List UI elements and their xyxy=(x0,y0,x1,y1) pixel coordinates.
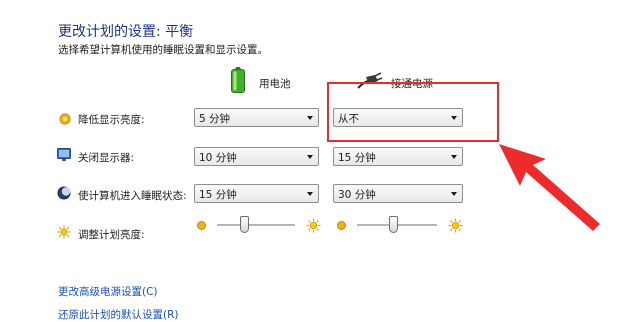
turn-off-display-plugged-value: 15 分钟 xyxy=(338,152,376,164)
sleep-battery-select[interactable]: 15 分钟 xyxy=(194,184,319,203)
advanced-power-settings-link[interactable]: 更改高级电源设置(C) xyxy=(58,284,158,299)
sleep-battery-value: 15 分钟 xyxy=(199,189,237,201)
dim-sun-icon xyxy=(337,221,346,230)
chevron-down-icon xyxy=(307,192,313,196)
turn-off-display-battery-value: 10 分钟 xyxy=(199,152,237,164)
chevron-down-icon xyxy=(307,155,313,159)
chevron-down-icon xyxy=(451,192,457,196)
battery-column-label: 用电池 xyxy=(259,78,291,90)
battery-icon xyxy=(231,67,245,93)
dim-sun-icon xyxy=(197,221,206,230)
chevron-down-icon xyxy=(451,155,457,159)
dim-display-battery-select[interactable]: 5 分钟 xyxy=(194,108,319,127)
page-title: 更改计划的设置: 平衡 xyxy=(58,24,194,40)
sleep-plugged-select[interactable]: 30 分钟 xyxy=(333,184,463,203)
sleep-label: 使计算机进入睡眠状态: xyxy=(78,190,187,202)
battery-brightness-slider[interactable] xyxy=(217,215,295,235)
dim-display-icon xyxy=(59,113,71,125)
bright-sun-icon xyxy=(448,218,463,233)
annotation-highlight-box xyxy=(327,82,499,142)
plugged-brightness-slider[interactable] xyxy=(357,215,437,235)
bright-sun-icon xyxy=(306,218,321,233)
turn-off-display-plugged-select[interactable]: 15 分钟 xyxy=(333,147,463,166)
dim-display-label: 降低显示亮度: xyxy=(78,114,145,126)
chevron-down-icon xyxy=(307,116,313,120)
turn-off-display-battery-select[interactable]: 10 分钟 xyxy=(194,147,319,166)
dim-display-battery-value: 5 分钟 xyxy=(199,113,231,125)
sun-icon xyxy=(57,225,71,239)
plugged-brightness-thumb[interactable] xyxy=(389,216,398,233)
sleep-moon-icon xyxy=(57,186,71,200)
battery-brightness-track xyxy=(217,224,295,227)
page-subtitle: 选择希望计算机使用的睡眠设置和显示设置。 xyxy=(58,44,268,56)
sleep-plugged-value: 30 分钟 xyxy=(338,189,376,201)
turn-off-display-label: 关闭显示器: xyxy=(78,152,135,164)
monitor-icon xyxy=(57,148,71,161)
battery-brightness-thumb[interactable] xyxy=(240,216,250,233)
annotation-arrow-icon xyxy=(499,144,600,231)
plan-brightness-label: 调整计划亮度: xyxy=(78,229,145,241)
